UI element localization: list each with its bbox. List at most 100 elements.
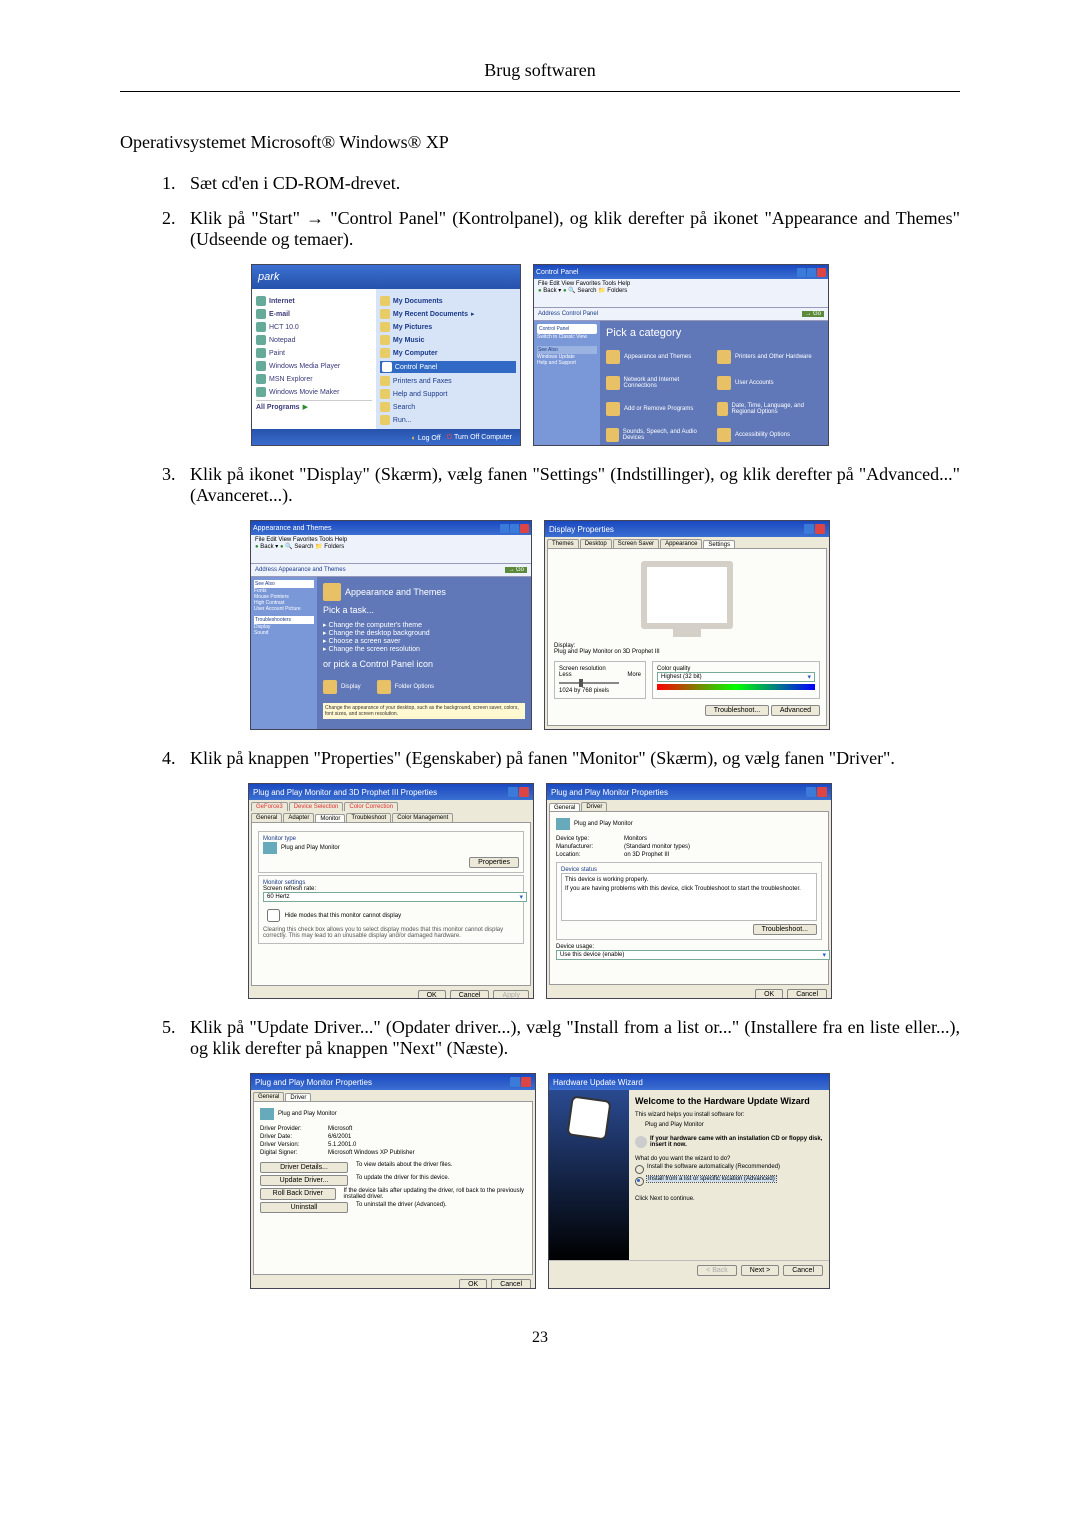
- next-button[interactable]: Next >: [741, 1265, 779, 1276]
- usage-select[interactable]: Use this device (enable)▾: [556, 950, 830, 960]
- tab-themes[interactable]: Themes: [547, 539, 579, 548]
- task-saver[interactable]: ▸ Choose a screen saver: [323, 637, 525, 645]
- update-driver-button[interactable]: Update Driver...: [260, 1175, 348, 1186]
- tab-devsel[interactable]: Device Selection: [289, 802, 344, 811]
- hidemodes-checkbox[interactable]: [267, 909, 280, 922]
- driver-details-button[interactable]: Driver Details...: [260, 1162, 348, 1173]
- sm-email[interactable]: E-mail: [256, 309, 372, 319]
- close-icon[interactable]: [815, 524, 825, 534]
- tab-screensaver[interactable]: Screen Saver: [613, 539, 659, 548]
- search-icon[interactable]: 🔍: [568, 288, 575, 294]
- max-icon[interactable]: [807, 268, 816, 277]
- max-icon[interactable]: [510, 524, 519, 533]
- sm-internet[interactable]: Internet: [256, 296, 372, 306]
- close-icon[interactable]: [519, 787, 529, 797]
- sm-paint[interactable]: Paint: [256, 348, 372, 358]
- go-button[interactable]: → Go: [802, 311, 824, 317]
- go-button[interactable]: → Go: [505, 567, 527, 573]
- movie-icon: [256, 387, 266, 397]
- task-bg[interactable]: ▸ Change the desktop background: [323, 629, 525, 637]
- cpicon-folder[interactable]: Folder Options: [377, 680, 434, 694]
- sm-allprograms[interactable]: All Programs ▶: [256, 400, 372, 411]
- cpicon-display[interactable]: Display: [323, 680, 361, 694]
- tab-geforce[interactable]: GeForce3: [251, 802, 288, 811]
- help-icon[interactable]: [508, 787, 518, 797]
- tab-driver[interactable]: Driver: [581, 802, 607, 811]
- radio-list[interactable]: Install from a list or specific location…: [635, 1176, 823, 1186]
- sm-controlpanel[interactable]: Control Panel: [380, 361, 516, 373]
- sm-wmp[interactable]: Windows Media Player: [256, 361, 372, 371]
- step-5: Klik på "Update Driver..." (Opdater driv…: [180, 1017, 960, 1059]
- resolution-slider[interactable]: [559, 682, 619, 684]
- cancel-button[interactable]: Cancel: [491, 1279, 531, 1289]
- sm-mycomputer[interactable]: My Computer: [380, 348, 516, 358]
- close-icon[interactable]: [817, 268, 826, 277]
- help-icon[interactable]: [510, 1077, 520, 1087]
- ok-button[interactable]: OK: [418, 990, 446, 999]
- tab-troubleshoot[interactable]: Troubleshoot: [346, 813, 391, 822]
- task-theme[interactable]: ▸ Change the computer's theme: [323, 621, 525, 629]
- ok-button[interactable]: OK: [459, 1279, 487, 1289]
- figure-appearance-themes: Appearance and Themes File Edit View Fav…: [250, 520, 532, 730]
- task-res[interactable]: ▸ Change the screen resolution: [323, 645, 525, 653]
- sm-mypics[interactable]: My Pictures: [380, 322, 516, 332]
- cat-printers[interactable]: Printers and Other Hardware: [717, 350, 822, 364]
- cat-users[interactable]: User Accounts: [717, 376, 822, 390]
- cat-accessibility[interactable]: Accessibility Options: [717, 428, 822, 442]
- tab-desktop[interactable]: Desktop: [580, 539, 612, 548]
- sm-search[interactable]: Search: [380, 402, 516, 412]
- close-icon[interactable]: [521, 1077, 531, 1087]
- tab-appearance[interactable]: Appearance: [660, 539, 702, 548]
- cat-network[interactable]: Network and Internet Connections: [606, 376, 711, 390]
- chevron-down-icon: ▾: [519, 893, 523, 901]
- min-icon[interactable]: [797, 268, 806, 277]
- tab-general[interactable]: General: [253, 1092, 284, 1101]
- cancel-button[interactable]: Cancel: [783, 1265, 823, 1276]
- sm-recent[interactable]: My Recent Documents ▸: [380, 309, 516, 319]
- troubleshoot-button[interactable]: Troubleshoot...: [705, 705, 769, 716]
- radio-auto[interactable]: Install the software automatically (Reco…: [635, 1164, 823, 1174]
- tab-general[interactable]: General: [251, 813, 282, 822]
- sm-help[interactable]: Help and Support: [380, 389, 516, 399]
- help-icon[interactable]: [804, 524, 814, 534]
- cat-sounds[interactable]: Sounds, Speech, and Audio Devices: [606, 428, 711, 442]
- side-help[interactable]: Help and Support: [537, 360, 597, 366]
- cancel-button[interactable]: Cancel: [787, 989, 827, 999]
- sm-mymusic[interactable]: My Music: [380, 335, 516, 345]
- cancel-button[interactable]: Cancel: [450, 990, 490, 999]
- close-icon[interactable]: [817, 787, 827, 797]
- min-icon[interactable]: [500, 524, 509, 533]
- side-classic[interactable]: Switch to Classic View: [537, 334, 597, 340]
- sm-run[interactable]: Run...: [380, 415, 516, 425]
- sm-notepad[interactable]: Notepad: [256, 335, 372, 345]
- sm-hct[interactable]: HCT 10.0: [256, 322, 372, 332]
- help-icon[interactable]: [806, 787, 816, 797]
- side-cp[interactable]: Control Panel: [537, 324, 597, 334]
- apply-button[interactable]: Apply: [493, 990, 529, 999]
- ok-button[interactable]: OK: [755, 989, 783, 999]
- rollback-button[interactable]: Roll Back Driver: [260, 1188, 336, 1200]
- cat-datetime[interactable]: Date, Time, Language, and Regional Optio…: [717, 402, 822, 416]
- back-button[interactable]: < Back: [697, 1265, 737, 1276]
- close-icon[interactable]: [520, 524, 529, 533]
- uninstall-button[interactable]: Uninstall: [260, 1202, 348, 1213]
- folders-icon[interactable]: 📁: [598, 288, 605, 294]
- back-icon[interactable]: ●: [538, 288, 542, 294]
- turnoff-button[interactable]: ⏻ Turn Off Computer: [447, 434, 512, 442]
- color-select[interactable]: Highest (32 bit)▾: [657, 672, 815, 682]
- sm-printers[interactable]: Printers and Faxes: [380, 376, 516, 386]
- sm-msn[interactable]: MSN Explorer: [256, 374, 372, 384]
- advanced-button[interactable]: Advanced: [771, 705, 820, 716]
- sm-mydocs[interactable]: My Documents: [380, 296, 516, 306]
- properties-button[interactable]: Properties: [469, 857, 519, 868]
- sm-moviemaker[interactable]: Windows Movie Maker: [256, 387, 372, 397]
- refresh-select[interactable]: 60 Hertz▾: [263, 892, 527, 902]
- tab-adapter[interactable]: Adapter: [283, 813, 314, 822]
- logoff-button[interactable]: ◐ Log Off: [412, 435, 441, 442]
- tab-colormgmt[interactable]: Color Management: [392, 813, 453, 822]
- troubleshoot-button[interactable]: Troubleshoot...: [753, 924, 817, 935]
- cat-addremove[interactable]: Add or Remove Programs: [606, 402, 711, 416]
- fwd-icon[interactable]: ●: [563, 288, 567, 294]
- cat-appearance[interactable]: Appearance and Themes: [606, 350, 711, 364]
- tab-colorcorr[interactable]: Color Correction: [344, 802, 398, 811]
